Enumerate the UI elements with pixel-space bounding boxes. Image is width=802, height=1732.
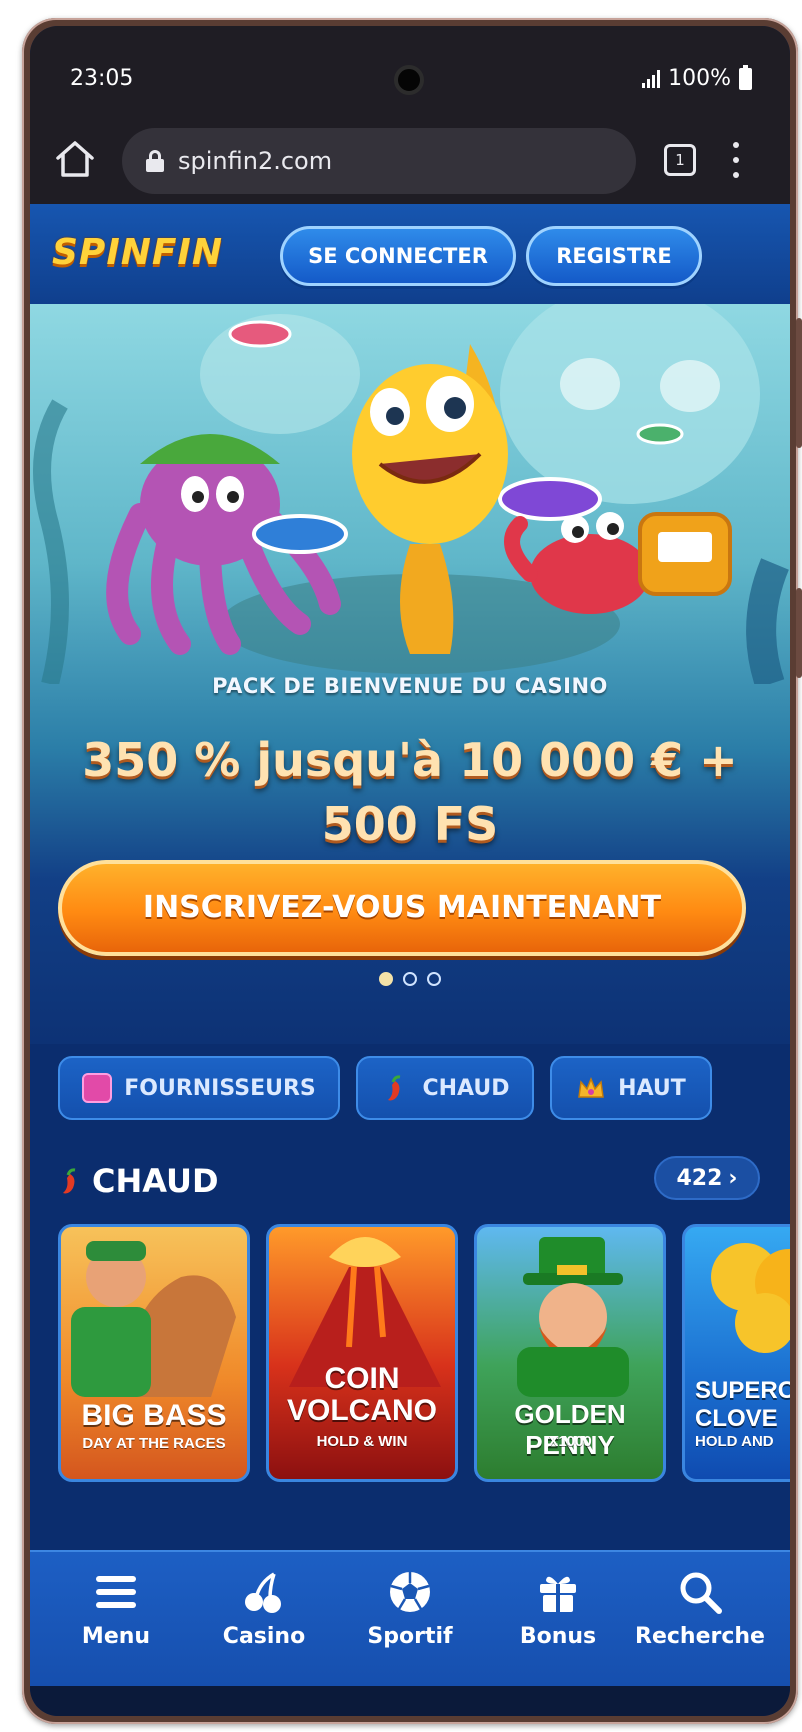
game-title: GOLDEN PENNY: [514, 1399, 626, 1460]
signup-cta-button[interactable]: INSCRIVEZ-VOUS MAINTENANT: [58, 860, 746, 956]
nav-sports-label: Sportif: [367, 1624, 453, 1649]
search-icon: [680, 1572, 722, 1614]
login-button[interactable]: SE CONNECTER: [280, 226, 516, 286]
game-title: COIN VOLCANO: [287, 1362, 437, 1427]
chip-hot[interactable]: CHAUD: [356, 1056, 534, 1120]
hot-games-carousel: BIG BASS DAY AT THE RACES COIN VOLCANO H…: [58, 1224, 790, 1482]
chip-hot-label: CHAUD: [422, 1075, 510, 1101]
game-title: BIG BASS: [81, 1399, 227, 1432]
chip-providers-label: FOURNISSEURS: [124, 1075, 316, 1101]
game-subtitle: DAY AT THE RACES: [82, 1435, 226, 1452]
carousel-dot-3[interactable]: [427, 972, 441, 986]
volume-button: [796, 318, 802, 448]
power-button: [796, 588, 802, 678]
chili-icon: [63, 1168, 76, 1194]
hamburger-icon: [96, 1576, 136, 1608]
hot-count-button[interactable]: 422 ›: [654, 1156, 760, 1200]
chip-top-label: HAUT: [618, 1075, 686, 1101]
carousel-dot-2[interactable]: [403, 972, 417, 986]
nav-menu-label: Menu: [81, 1624, 151, 1649]
soccer-ball-icon: [390, 1572, 430, 1612]
nav-casino-label: Casino: [222, 1624, 306, 1649]
nav-menu[interactable]: Menu: [46, 1568, 186, 1649]
hero-title: 350 % jusqu'à 10 000 € + 500 FS: [82, 733, 738, 851]
cherries-icon: [245, 1572, 281, 1613]
battery-percent: 100%: [668, 66, 731, 91]
nav-search[interactable]: Recherche: [630, 1568, 770, 1649]
register-button[interactable]: REGISTRE: [526, 226, 702, 286]
system-gesture-area: [30, 1686, 790, 1716]
hot-section-header: CHAUD: [60, 1162, 219, 1200]
tab-switcher-button[interactable]: 1: [664, 144, 696, 176]
site-header: SPINFIN SE CONNECTER REGISTRE: [30, 204, 790, 304]
more-options-icon[interactable]: [726, 142, 746, 178]
battery-icon: [739, 64, 752, 90]
hero-illustration: [33, 304, 789, 684]
front-camera: [394, 65, 424, 95]
carousel-dots: [30, 972, 790, 986]
bottom-navigation: Menu Casino Sportif Bonus Recherche: [30, 1550, 790, 1686]
game-tile[interactable]: SUPERCH CLOVE HOLD AND: [682, 1224, 790, 1482]
phone-frame: 23:05 100% spinfin2.com 1 SPINFIN SE CON…: [22, 18, 802, 1724]
lock-icon: [146, 150, 164, 172]
address-bar[interactable]: spinfin2.com: [122, 128, 636, 194]
game-subtitle: HOLD & WIN: [316, 1433, 408, 1450]
status-bar: 23:05 100%: [30, 26, 790, 116]
hero-subtitle: PACK DE BIENVENUE DU CASINO: [212, 674, 608, 698]
nav-search-label: Recherche: [635, 1624, 765, 1649]
gift-icon: [540, 1576, 576, 1612]
chip-providers[interactable]: FOURNISSEURS: [58, 1056, 340, 1120]
game-subtitle: X1000: [548, 1433, 592, 1450]
carousel-dot-1[interactable]: [379, 972, 393, 986]
nav-sports[interactable]: Sportif: [340, 1568, 480, 1649]
nav-bonus[interactable]: Bonus: [488, 1568, 628, 1649]
game-art-clover: [711, 1243, 790, 1353]
nav-casino[interactable]: Casino: [194, 1568, 334, 1649]
chip-top[interactable]: HAUT: [550, 1056, 712, 1120]
game-title: SUPERCH CLOVE: [695, 1377, 790, 1432]
book-icon: [82, 1073, 113, 1103]
game-art-big-bass: [71, 1241, 236, 1397]
hot-section-title: CHAUD: [92, 1162, 219, 1200]
game-subtitle: HOLD AND: [695, 1433, 774, 1450]
game-tile[interactable]: GOLDEN PENNY X1000: [474, 1224, 666, 1482]
hot-count: 422: [676, 1165, 723, 1191]
signal-icon: [642, 69, 661, 88]
nav-bonus-label: Bonus: [519, 1624, 597, 1649]
category-chips: FOURNISSEURS CHAUD HAUT: [58, 1056, 790, 1122]
chili-icon: [388, 1075, 401, 1101]
crown-icon: [578, 1076, 605, 1098]
status-time: 23:05: [70, 66, 134, 91]
home-icon[interactable]: [52, 136, 98, 182]
status-indicators: 100%: [642, 64, 752, 91]
hero-banner[interactable]: PACK DE BIENVENUE DU CASINO 350 % jusqu'…: [30, 304, 790, 1044]
phone-screen: 23:05 100% spinfin2.com 1 SPINFIN SE CON…: [30, 26, 790, 1716]
game-tile[interactable]: COIN VOLCANO HOLD & WIN: [266, 1224, 458, 1482]
browser-toolbar: spinfin2.com 1: [30, 116, 790, 204]
spinfin-logo[interactable]: SPINFIN: [52, 232, 223, 273]
game-art-golden-penny: [517, 1237, 629, 1397]
chevron-right-icon: ›: [728, 1165, 738, 1191]
url-text: spinfin2.com: [178, 147, 333, 175]
game-tile[interactable]: BIG BASS DAY AT THE RACES: [58, 1224, 250, 1482]
